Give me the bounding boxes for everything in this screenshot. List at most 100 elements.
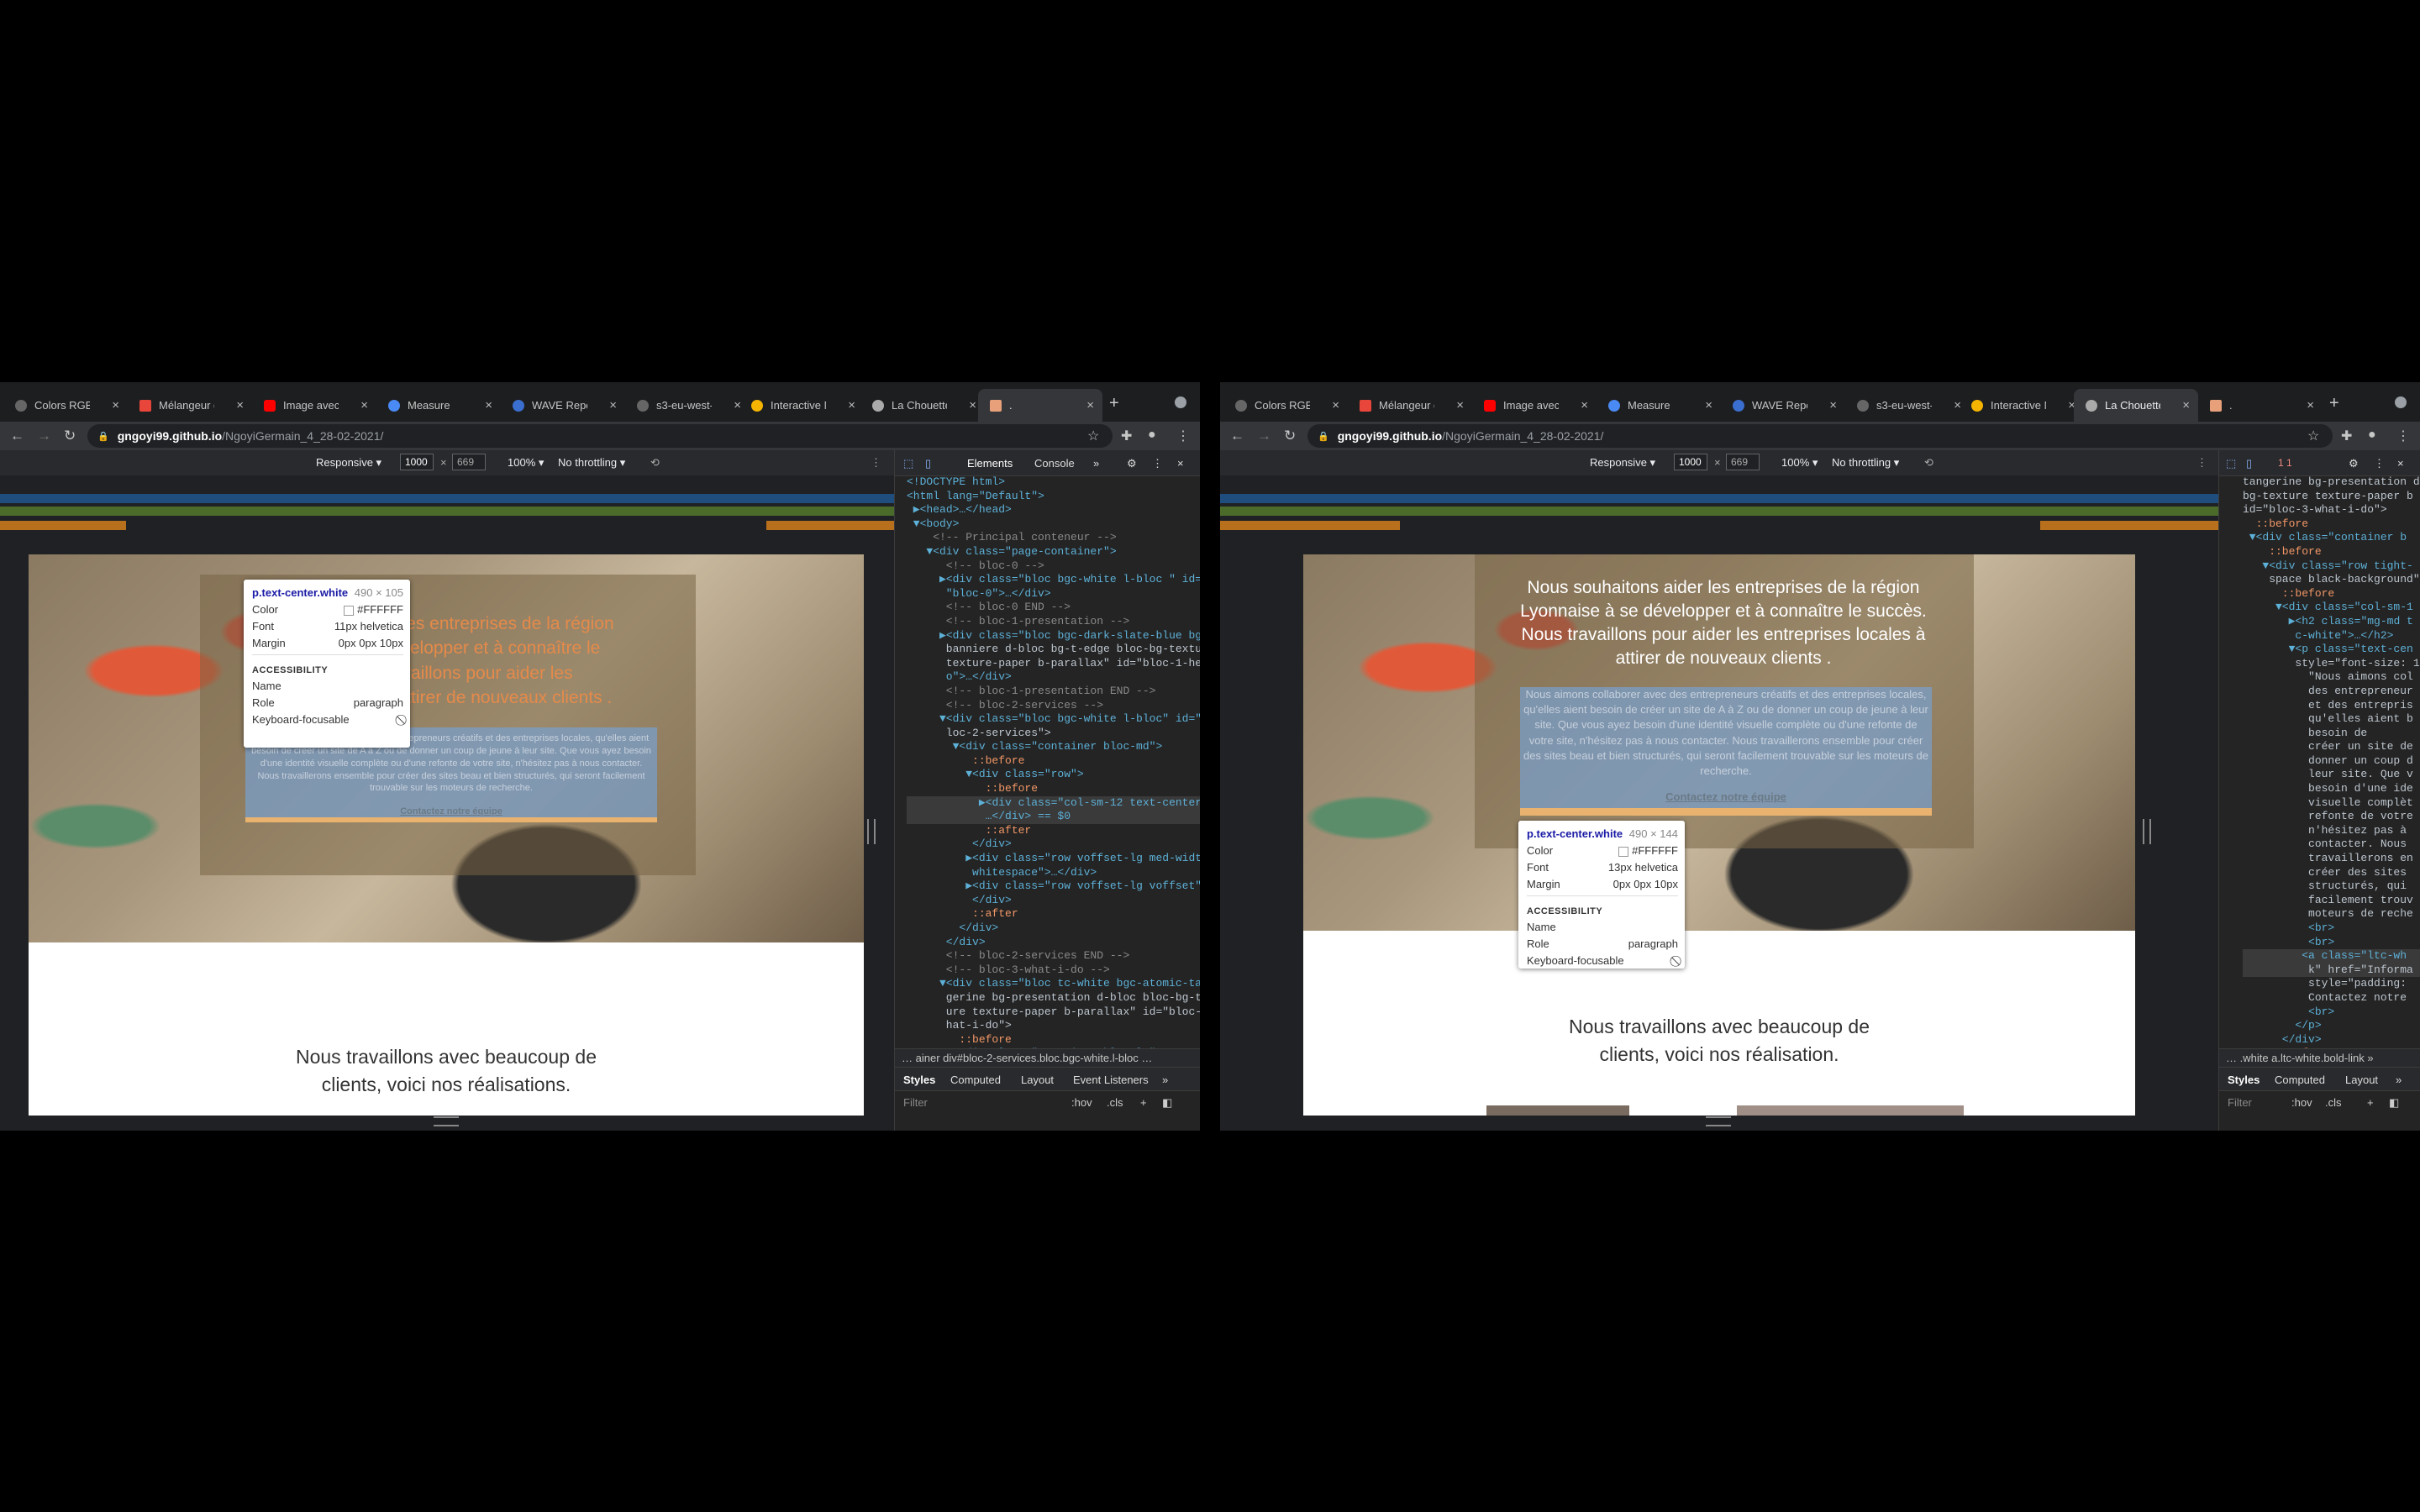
dom-line[interactable]: ▶<div class="row voffset-lg voffset">… (907, 879, 1200, 894)
extensions-icon[interactable]: ✚ (1121, 428, 1132, 444)
contact-link[interactable]: Contactez notre équipe (245, 806, 657, 816)
tab-chouette[interactable]: La Chouette a× (2074, 389, 2198, 422)
dom-line[interactable]: ▶<div class="bloc bgc-dark-slate-blue bg… (907, 629, 1200, 643)
tab-chouette[interactable]: La Chouette a× (860, 389, 985, 422)
dom-line[interactable]: donner un coup d (2243, 754, 2420, 769)
address-bar[interactable]: 🔒 gngoyi99.github.io/NgoyiGermain_4_28-0… (1307, 424, 2333, 448)
close-icon[interactable]: × (2397, 457, 2404, 470)
dom-line[interactable]: </div> (907, 837, 1200, 852)
dom-line[interactable]: "bloc-0">…</div> (907, 587, 1200, 601)
tab-melangeur[interactable]: Mélangeur de× (128, 389, 252, 422)
resize-handle-right[interactable] (867, 819, 876, 844)
inspect-icon[interactable]: ⬚ (2226, 457, 2236, 470)
viewport-width-input[interactable]: 1000 (1674, 454, 1707, 470)
tab-active[interactable]: . × (978, 389, 1102, 422)
profile-icon[interactable] (2395, 396, 2407, 408)
dom-line[interactable]: ▶<div class="col-sm-12 text-center"> (907, 795, 1200, 811)
tab-layout[interactable]: Layout (1021, 1074, 1054, 1086)
account-icon[interactable]: ● (1148, 428, 1156, 443)
dom-line[interactable]: <!-- Principal conteneur --> (907, 531, 1200, 545)
rotate-icon[interactable]: ⟲ (1924, 456, 1933, 470)
device-toggle-icon[interactable]: ▯ (925, 457, 931, 470)
close-icon[interactable]: × (1581, 398, 1588, 412)
forward-icon[interactable]: → (1257, 428, 1271, 444)
tab-elements[interactable]: Elements (967, 457, 1013, 470)
dom-tree[interactable]: tangerine bg-presentation d bg-texture te… (2219, 475, 2420, 1075)
dom-line[interactable]: <!-- bloc-3-what-i-do --> (907, 963, 1200, 978)
dom-line[interactable]: </div> (907, 921, 1200, 936)
close-icon[interactable]: × (112, 398, 119, 412)
tab-s3[interactable]: s3-eu-west-1× (625, 389, 750, 422)
dom-line[interactable]: structurés, qui (2243, 879, 2420, 894)
tab-wave[interactable]: WAVE Report× (1721, 389, 1845, 422)
add-rule-icon[interactable]: + (1140, 1096, 1147, 1109)
tab-page[interactable]: . × (2198, 389, 2323, 422)
dom-line[interactable]: <!-- bloc-2-services --> (907, 699, 1200, 713)
contact-link[interactable]: Contactez notre équipe (1520, 790, 1932, 803)
dom-line[interactable]: c-white">…</h2> (2243, 629, 2420, 643)
tab-image[interactable]: Image avec lie× (252, 389, 376, 422)
dom-line[interactable]: <!DOCTYPE html> (907, 475, 1200, 490)
media-query-bar-min[interactable] (2040, 521, 2218, 530)
sidebar-toggle-icon[interactable]: ◧ (1162, 1096, 1172, 1110)
close-icon[interactable]: × (1829, 398, 1837, 412)
dom-line[interactable]: "Nous aimons col (2243, 670, 2420, 685)
tab-image[interactable]: Image avec lie× (1472, 389, 1597, 422)
dom-line[interactable]: et des entrepris (2243, 699, 2420, 713)
dom-line[interactable]: n'hésitez pas à (2243, 824, 2420, 838)
viewport-height-input[interactable]: 669 (452, 454, 486, 470)
back-icon[interactable]: ← (1230, 428, 1244, 444)
close-icon[interactable]: × (969, 398, 976, 412)
dom-line[interactable]: <br> (2243, 1005, 2420, 1020)
error-warning-badge[interactable]: 1 1 (2278, 457, 2292, 469)
close-icon[interactable]: × (1705, 398, 1712, 412)
tab-colors-rgb[interactable]: Colors RGB × (1223, 389, 1348, 422)
media-query-bar-min[interactable] (1220, 521, 1400, 530)
dom-line[interactable]: texture-paper b-parallax" id="bloc-1-her (907, 657, 1200, 671)
media-query-bar-range[interactable] (0, 507, 894, 516)
breadcrumb[interactable]: … .white a.ltc-white.bold-link » (2219, 1048, 2420, 1067)
back-icon[interactable]: ← (10, 428, 24, 444)
dom-line[interactable]: besoin d'une ide (2243, 782, 2420, 796)
dom-line[interactable]: ::before (907, 754, 1200, 769)
tab-computed[interactable]: Computed (2275, 1074, 2325, 1086)
tab-event-listeners[interactable]: Event Listeners (1073, 1074, 1149, 1086)
menu-icon[interactable]: ⋮ (2396, 428, 2410, 444)
dom-line[interactable]: <!-- bloc-0 --> (907, 559, 1200, 574)
resize-handle-bottom[interactable] (1706, 1116, 1731, 1126)
menu-icon[interactable]: ⋮ (1176, 428, 1190, 444)
dom-line[interactable]: <br> (2243, 921, 2420, 936)
dom-line[interactable]: ▼<div class="container bloc-md"> (907, 740, 1200, 754)
device-mode-select[interactable]: Responsive ▾ (1590, 456, 1655, 470)
dom-line[interactable]: ▼<div class="row"> (907, 768, 1200, 782)
dom-line[interactable]: <!-- bloc-0 END --> (907, 601, 1200, 615)
dom-line[interactable]: k" href="Informa (2243, 963, 2420, 978)
dom-line[interactable]: ::before (2243, 517, 2420, 532)
tab-interactive[interactable]: Interactive Ma× (1960, 389, 2084, 422)
dom-line[interactable]: ▶<head>…</head> (907, 503, 1200, 517)
more-options-icon[interactable]: ⋮ (871, 456, 881, 470)
close-icon[interactable]: × (1177, 457, 1184, 470)
add-rule-icon[interactable]: + (2367, 1096, 2374, 1109)
tab-computed[interactable]: Computed (950, 1074, 1001, 1086)
close-icon[interactable]: × (360, 398, 368, 412)
more-tabs-icon[interactable]: » (1162, 1074, 1168, 1086)
resize-handle-bottom[interactable] (434, 1116, 459, 1126)
dom-line[interactable]: whitespace">…</div> (907, 866, 1200, 880)
dom-line[interactable]: moteurs de reche (2243, 907, 2420, 921)
dom-line[interactable]: style="padding: (2243, 977, 2420, 991)
dom-line[interactable]: des entrepreneur (2243, 685, 2420, 699)
address-bar[interactable]: 🔒 gngoyi99.github.io/NgoyiGermain_4_28-0… (87, 424, 1113, 448)
dom-line[interactable]: gerine bg-presentation d-bloc bloc-bg-te… (907, 991, 1200, 1005)
tab-wave[interactable]: WAVE Report× (501, 389, 625, 422)
zoom-select[interactable]: 100% ▾ (508, 456, 544, 470)
dom-line[interactable]: créer des sites (2243, 866, 2420, 880)
cls-toggle[interactable]: .cls (1107, 1096, 1123, 1109)
throttling-select[interactable]: No throttling ▾ (558, 456, 625, 470)
tab-console[interactable]: Console (1034, 457, 1075, 470)
more-tabs-icon[interactable]: » (1093, 457, 1099, 470)
dom-line[interactable]: ▼<div class="col-sm-1 (2243, 601, 2420, 615)
zoom-select[interactable]: 100% ▾ (1781, 456, 1818, 470)
dom-line[interactable]: space black-background" (2243, 573, 2420, 587)
hov-toggle[interactable]: :hov (2291, 1096, 2312, 1109)
